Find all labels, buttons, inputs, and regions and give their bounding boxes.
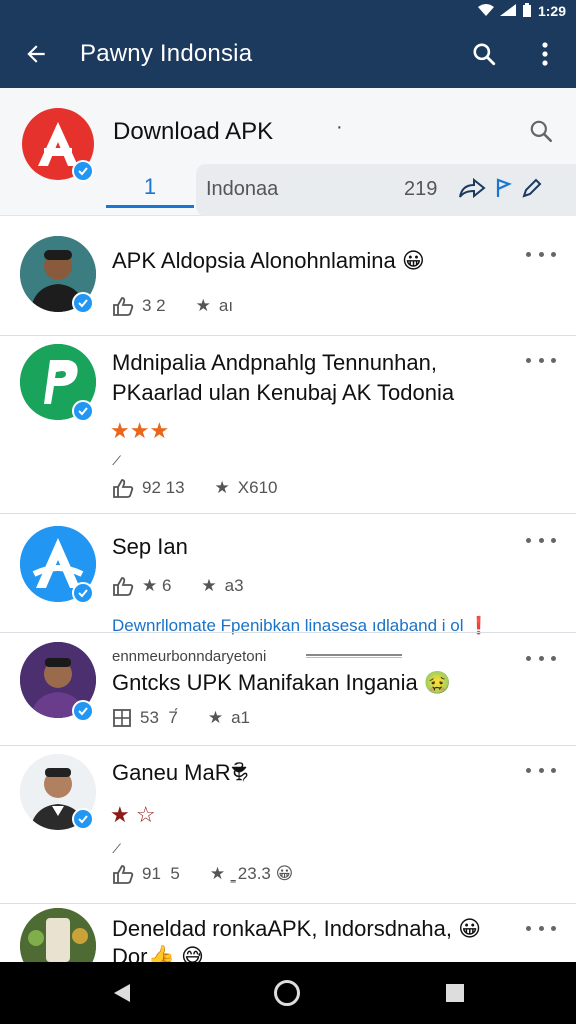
more-horizontal-icon[interactable] [526,650,556,666]
more-horizontal-icon[interactable] [526,246,556,262]
more-horizontal-icon[interactable] [526,532,556,548]
more-horizontal-icon[interactable] [526,352,556,368]
item-title: APK Aldopsia Alonohnlamina 😀 [112,248,425,273]
star-rating: ★ ☆ [110,802,156,827]
flag-button[interactable] [494,177,512,204]
item-title: Ganeu MaR🕏 [112,760,249,785]
signal-icon [499,3,516,19]
list-item[interactable]: Deneldad ronkaAPK, Indorsdnaha, 😀 Dor👍 😅 [0,904,576,962]
star-icon: ★ [195,296,211,315]
search-icon [530,120,553,143]
search-icon [473,43,496,66]
status-bar: 1:29 [0,0,576,22]
share-button[interactable] [458,176,486,205]
item-title: Gntcks UPK Manifakan Ingania 🤢 [112,670,452,695]
app-bar: Pawny Indonsia [0,22,576,88]
flag-icon [496,178,512,197]
header-search-button[interactable] [528,118,554,149]
tab-active[interactable]: 1 [106,174,194,212]
arrow-left-icon [27,45,45,63]
item-subtitle: Dor👍 😅 [112,944,204,962]
item-title-line1: Mdnipalia Andpnahlg Tennunhan, [112,350,437,375]
verified-check-icon [72,292,94,314]
more-vertical-icon [542,42,548,66]
item-meta: 91 5 ★ ̳ 23.3 😀 [112,864,293,884]
battery-icon [522,2,532,20]
wifi-icon [477,3,494,19]
item-title: Sep Ian [112,534,188,559]
avatar [20,908,96,962]
verified-check-icon [72,400,94,422]
thumbs-up-icon [113,297,134,316]
rating-value: aı [218,296,234,315]
thumbs-up-icon [113,577,134,596]
like-count: 92 13 [142,478,185,497]
rating-value: a1 [231,708,250,727]
promo-banner-link[interactable]: Dewnrllomate Fpenibkan linasesa ıdlaband… [112,616,489,636]
item-meta: 92 13 ★ X610 [112,478,278,498]
triangle-back-icon [114,984,130,1002]
app-title: Pawny Indonsia [80,40,253,67]
system-nav-bar [0,962,576,1024]
header-bar-actions [458,176,544,205]
verified-check-icon [72,160,94,182]
thumbs-up-icon [113,865,134,884]
status-icons: 1:29 [477,0,566,22]
back-button[interactable] [18,36,54,72]
header-info-bar: Indonaa 219 [196,164,576,216]
list-item[interactable]: Mdnipalia Andpnahlg Tennunhan, PKaarlad … [0,336,576,514]
item-meta: ★ 6 ★ a3 [112,576,244,596]
status-time: 1:29 [537,3,566,19]
header-dot: · [336,116,343,138]
search-button[interactable] [466,36,502,72]
like-count: 53 7́ [140,708,178,727]
list-item[interactable]: Ganeu MaR🕏 ★ ☆ ⁄ 91 5 ★ ̳ 23.3 😀 [0,746,576,904]
star-icon: ★ [207,708,224,727]
like-count: 91 5 [142,864,180,883]
item-title-line2: PKaarlad ulan Kenubaj AK Todonia [112,380,455,405]
verified-check-icon [72,700,94,722]
nav-home-button[interactable] [274,980,300,1006]
edit-button[interactable] [520,176,544,205]
pencil-icon [522,178,542,198]
nav-back-button[interactable] [112,982,132,1009]
more-horizontal-icon[interactable] [526,762,556,778]
grid-icon [113,709,131,727]
tiny-mark: ⁄ [116,840,119,856]
star-icon: ★ [209,864,226,883]
channel-header: Download APK · 1 Indonaa 219 [0,88,576,216]
verified-check-icon [72,582,94,604]
channel-title: Download APK [113,118,274,145]
nav-recents-button[interactable] [446,984,464,1002]
star-rating: ★★★ [110,418,170,443]
rating-value: ̳ 23.3 😀 [233,864,294,883]
header-bar-label: Indonaa [206,178,279,200]
share-icon [459,177,486,199]
item-title: Deneldad ronkaAPK, Indorsdnaha, 😀 [112,916,482,941]
like-count: ★ 6 [142,576,172,595]
thumbs-up-icon [113,479,134,498]
item-meta: 53 7́ ★ a1 [112,708,250,728]
tiny-mark: ⁄ [116,452,119,468]
star-icon: ★ [201,576,217,595]
divider [0,632,576,633]
list-item[interactable]: APK Aldopsia Alonohnlamina 😀 3 2 ★ aı [0,216,576,336]
item-meta: 3 2 ★ aı [112,296,233,316]
overflow-menu-button[interactable] [530,36,560,72]
more-horizontal-icon[interactable] [526,920,556,936]
like-count: 3 2 [142,296,166,315]
rating-value: a3 [224,576,244,595]
rating-value: X610 [237,478,278,497]
star-icon: ★ [214,478,230,497]
list-item[interactable]: Gntcks UPK Manifakan Ingania 🤢 53 7́ ★ a… [0,634,576,746]
verified-check-icon [72,808,94,830]
header-bar-count: 219 [404,178,438,200]
